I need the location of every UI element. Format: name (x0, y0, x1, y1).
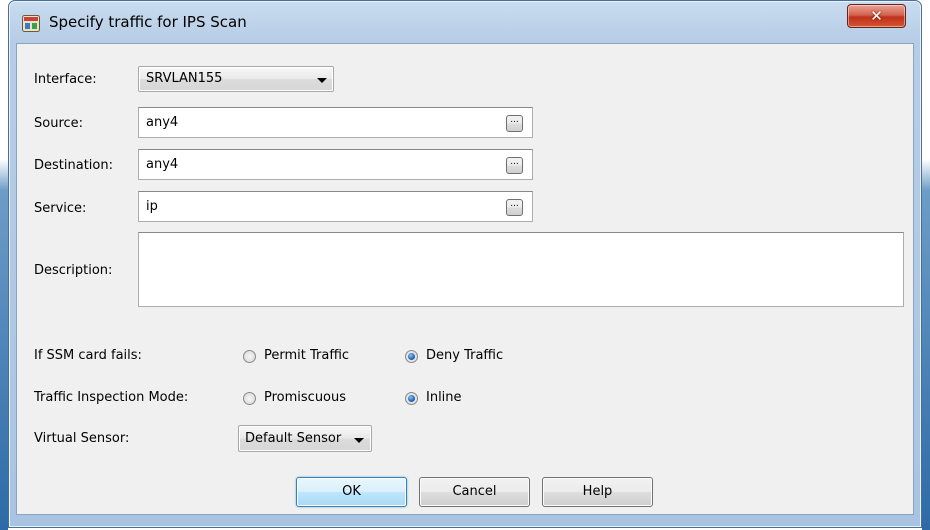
permit-traffic-label[interactable]: Permit Traffic (264, 348, 349, 363)
service-label: Service: (34, 201, 87, 216)
source-browse-button[interactable]: ... (506, 115, 523, 132)
inline-label[interactable]: Inline (426, 390, 462, 405)
virtual-sensor-dropdown[interactable]: Default Sensor (238, 425, 372, 452)
virtual-sensor-value: Default Sensor (245, 431, 342, 446)
ok-button[interactable]: OK (296, 477, 407, 507)
description-textarea[interactable] (138, 232, 904, 307)
title-bar[interactable]: Specify traffic for IPS Scan ✕ (9, 1, 921, 43)
close-x-icon: ✕ (870, 7, 883, 25)
service-value: ip (146, 199, 158, 214)
desktop-background-right (922, 0, 930, 530)
promiscuous-label[interactable]: Promiscuous (264, 390, 346, 405)
deny-traffic-radio[interactable] (405, 350, 418, 363)
destination-label: Destination: (34, 158, 113, 173)
destination-input[interactable]: any4 ... (138, 149, 533, 180)
dialog-content: Interface: SRVLAN155 Source: any4 ... De… (16, 43, 914, 515)
inline-radio[interactable] (405, 392, 418, 405)
service-browse-button[interactable]: ... (506, 199, 523, 216)
interface-dropdown[interactable]: SRVLAN155 (138, 66, 334, 92)
ips-app-icon (22, 15, 40, 32)
dialog-window: Specify traffic for IPS Scan ✕ Interface… (8, 0, 922, 528)
interface-value: SRVLAN155 (146, 71, 223, 86)
close-button[interactable]: ✕ (847, 4, 906, 28)
ssm-fail-label: If SSM card fails: (34, 348, 142, 363)
source-label: Source: (34, 116, 84, 131)
interface-label: Interface: (34, 72, 97, 87)
deny-traffic-label[interactable]: Deny Traffic (426, 348, 503, 363)
source-value: any4 (146, 115, 179, 130)
help-button[interactable]: Help (542, 477, 653, 507)
promiscuous-radio[interactable] (243, 392, 256, 405)
description-label: Description: (34, 263, 113, 278)
inspection-mode-label: Traffic Inspection Mode: (34, 390, 189, 405)
chevron-down-icon (354, 438, 364, 443)
window-title: Specify traffic for IPS Scan (49, 13, 247, 31)
destination-value: any4 (146, 157, 179, 172)
destination-browse-button[interactable]: ... (506, 157, 523, 174)
chevron-down-icon (317, 78, 327, 83)
virtual-sensor-label: Virtual Sensor: (34, 431, 130, 446)
cancel-button[interactable]: Cancel (419, 477, 530, 507)
source-input[interactable]: any4 ... (138, 107, 533, 138)
permit-traffic-radio[interactable] (243, 350, 256, 363)
desktop-background-left (0, 0, 8, 530)
service-input[interactable]: ip ... (138, 191, 533, 222)
